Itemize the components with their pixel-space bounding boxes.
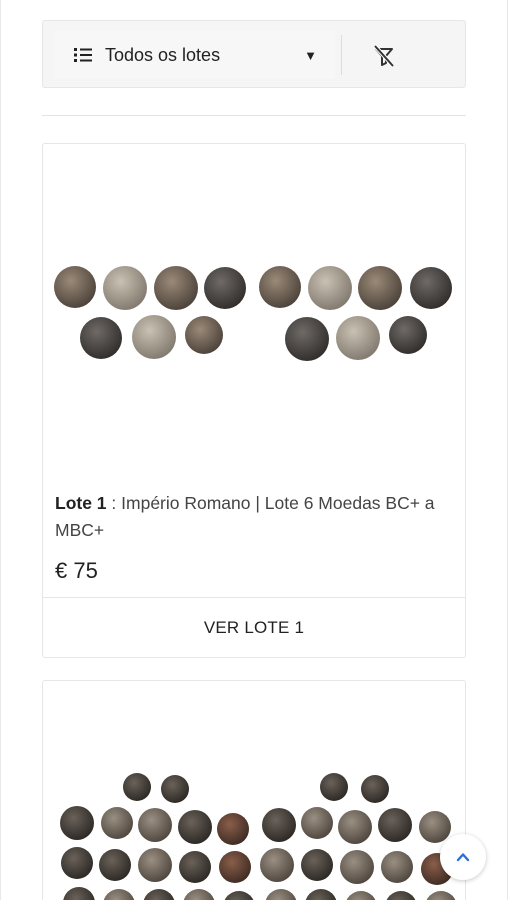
back-to-top-button[interactable]: [440, 834, 486, 880]
section-divider: [42, 115, 466, 116]
lot-number: Lote 1: [55, 493, 107, 513]
lot-image[interactable]: [51, 254, 459, 374]
lot-image[interactable]: [51, 769, 459, 900]
view-lot-button[interactable]: VER LOTE 1: [43, 597, 465, 657]
filter-toolbar: Todos os lotes ▼: [42, 20, 466, 88]
lot-separator: :: [106, 493, 122, 513]
toolbar-divider: [341, 35, 342, 75]
lot-card: Lote 1 : Império Romano | Lote 6 Moedas …: [42, 143, 466, 658]
lot-filter-dropdown[interactable]: Todos os lotes ▼: [55, 31, 335, 79]
lot-filter-label: Todos os lotes: [105, 44, 221, 65]
filter-off-icon[interactable]: [371, 43, 397, 69]
lot-title[interactable]: Lote 1 : Império Romano | Lote 6 Moedas …: [55, 490, 460, 544]
caret-down-icon: ▼: [304, 48, 317, 63]
lot-price: € 75: [55, 558, 98, 583]
list-icon: [74, 48, 92, 62]
lot-card: [42, 680, 466, 900]
chevron-up-icon: [456, 853, 470, 862]
